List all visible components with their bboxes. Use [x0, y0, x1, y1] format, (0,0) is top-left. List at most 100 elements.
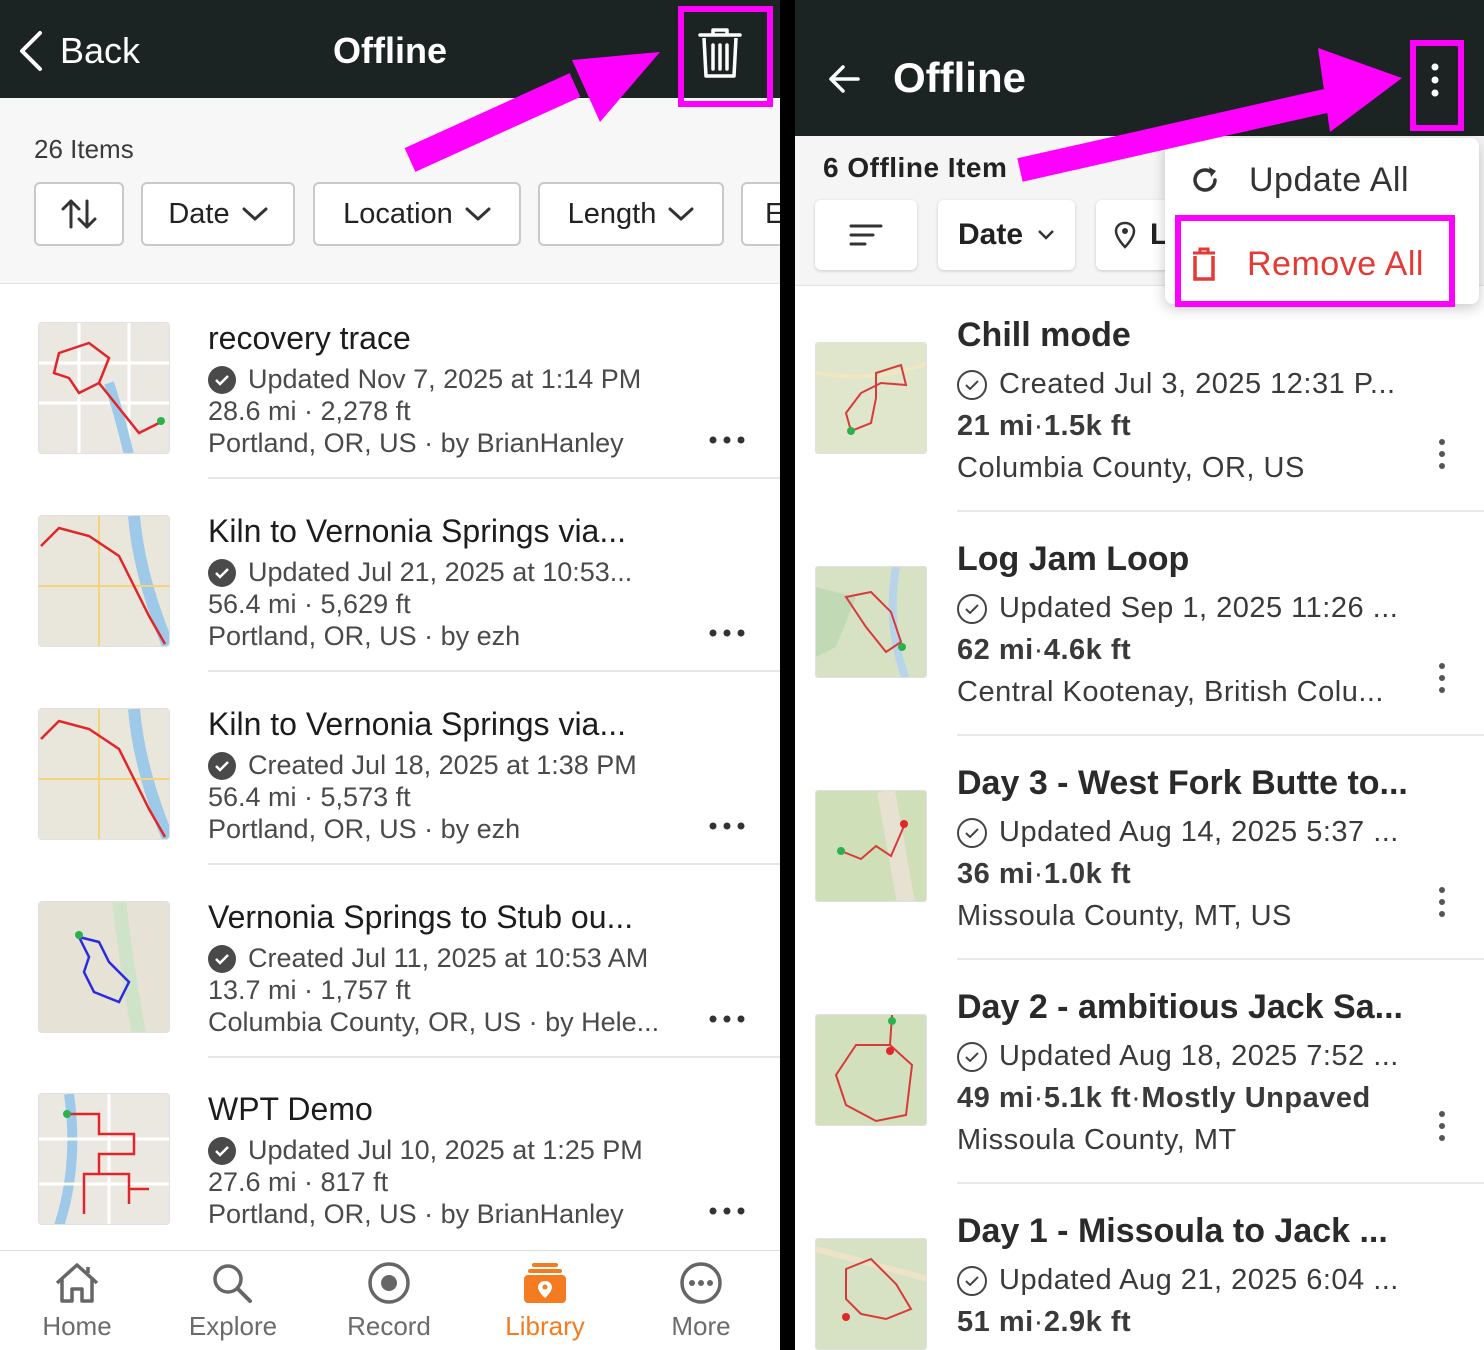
route-map-thumbnail: [815, 1238, 927, 1350]
chevron-down-icon: [668, 207, 694, 221]
check-circle-outline-icon: [957, 817, 987, 848]
route-stats: 49 mi · 5.1k ft · Mostly Unpaved: [957, 1082, 1371, 1114]
screenshot-separator: [780, 0, 795, 1350]
route-stats: 21 mi · 1.5k ft: [957, 410, 1132, 442]
route-location: Central Kootenay, British Colu...: [957, 676, 1384, 708]
nav-bar: Back Offline: [0, 0, 780, 98]
filter-elevation[interactable]: E: [741, 182, 780, 246]
route-stats: 51 mi · 2.9k ft: [957, 1306, 1132, 1338]
kebab-menu-icon[interactable]: [1437, 1110, 1447, 1142]
route-map-thumbnail: [38, 708, 170, 840]
home-icon: [55, 1263, 99, 1303]
kebab-menu-icon[interactable]: [1437, 438, 1447, 470]
route-title: Log Jam Loop: [957, 540, 1190, 578]
list-item[interactable]: WPT Demo Updated Jul 10, 2025 at 1:25 PM…: [0, 1057, 780, 1250]
list-item[interactable]: recovery trace Updated Nov 7, 2025 at 1:…: [0, 286, 780, 479]
sort-lines-icon: [849, 224, 883, 246]
route-location: Columbia County, OR, US: [957, 452, 1305, 484]
tab-record[interactable]: Record: [324, 1261, 454, 1342]
route-status: Updated Aug 14, 2025 5:37 ...: [957, 816, 1399, 849]
check-circle-icon: [208, 944, 236, 973]
route-status: Updated Aug 18, 2025 7:52 ...: [957, 1040, 1399, 1073]
route-location: Portland, OR, US · by ezh: [208, 814, 521, 844]
route-map-thumbnail: [38, 322, 170, 454]
tab-home[interactable]: Home: [12, 1261, 142, 1342]
list-item[interactable]: Chill mode Created Jul 3, 2025 12:31 P..…: [795, 288, 1484, 512]
ellipsis-icon[interactable]: [708, 1205, 746, 1217]
route-location: Portland, OR, US · by BrianHanley: [208, 428, 624, 458]
list-item[interactable]: Kiln to Vernonia Springs via... Updated …: [0, 479, 780, 672]
route-map-thumbnail: [38, 1093, 170, 1225]
item-count: 6 Offline Item: [823, 152, 1008, 183]
check-circle-icon: [208, 365, 236, 394]
route-status: Updated Jul 21, 2025 at 10:53...: [208, 557, 632, 588]
record-icon: [368, 1262, 410, 1304]
check-circle-icon: [208, 751, 236, 780]
right-screen-android: Offline 6 Offline Item Date L Chill mode…: [795, 0, 1484, 1350]
list-item[interactable]: Day 1 - Missoula to Jack ... Updated Aug…: [795, 1184, 1484, 1350]
route-location: Portland, OR, US · by ezh: [208, 621, 521, 651]
menu-update-all[interactable]: Update All: [1165, 140, 1479, 220]
search-icon[interactable]: [1331, 62, 1361, 82]
filter-length[interactable]: Length: [538, 182, 724, 246]
sort-arrows-icon: [61, 199, 97, 229]
filter-location[interactable]: Location: [313, 182, 521, 246]
list-item[interactable]: Log Jam Loop Updated Sep 1, 2025 11:26 .…: [795, 512, 1484, 736]
route-map-thumbnail: [815, 566, 927, 678]
route-stats: 62 mi · 4.6k ft: [957, 634, 1132, 666]
filter-date[interactable]: Date: [938, 200, 1075, 270]
check-circle-icon: [208, 558, 236, 587]
route-stats: 36 mi · 1.0k ft: [957, 858, 1132, 890]
item-count: 26 Items: [34, 134, 134, 164]
list-item[interactable]: Kiln to Vernonia Springs via... Created …: [0, 672, 780, 865]
chevron-down-icon: [242, 207, 268, 221]
route-stats: 13.7 mi · 1,757 ft: [208, 975, 411, 1005]
ellipsis-icon[interactable]: [708, 627, 746, 639]
route-status: Created Jul 11, 2025 at 10:53 AM: [208, 943, 648, 974]
route-title: Chill mode: [957, 316, 1131, 354]
refresh-icon: [1193, 167, 1217, 192]
route-title: WPT Demo: [208, 1091, 373, 1127]
ellipsis-icon[interactable]: [708, 820, 746, 832]
route-location: Portland, OR, US · by BrianHanley: [208, 1199, 624, 1229]
check-circle-outline-icon: [957, 369, 987, 400]
app-bar: Offline: [795, 0, 1484, 136]
route-title: recovery trace: [208, 320, 411, 356]
tab-more[interactable]: More: [636, 1261, 766, 1342]
route-status: Updated Sep 1, 2025 11:26 ...: [957, 592, 1398, 625]
tab-bar: Home Explore Record Library More: [0, 1250, 780, 1350]
ellipsis-icon[interactable]: [708, 434, 746, 446]
highlight-box-trash: [678, 6, 773, 107]
page-title: Offline: [893, 54, 1026, 101]
route-title: Day 1 - Missoula to Jack ...: [957, 1212, 1388, 1250]
kebab-menu-icon[interactable]: [1437, 662, 1447, 694]
list-item[interactable]: Day 3 - West Fork Butte to... Updated Au…: [795, 736, 1484, 960]
route-status: Updated Jul 10, 2025 at 1:25 PM: [208, 1135, 643, 1166]
route-map-thumbnail: [815, 1014, 927, 1126]
check-circle-outline-icon: [957, 593, 987, 624]
check-circle-outline-icon: [957, 1265, 987, 1296]
route-stats: 27.6 mi · 817 ft: [208, 1167, 389, 1197]
route-stats: 56.4 mi · 5,573 ft: [208, 782, 411, 812]
route-status: Created Jul 18, 2025 at 1:38 PM: [208, 750, 637, 781]
highlight-box-remove-all: [1175, 215, 1455, 307]
route-title: Vernonia Springs to Stub ou...: [208, 899, 634, 935]
highlight-box-kebab: [1410, 40, 1464, 131]
tab-library[interactable]: Library: [480, 1261, 610, 1342]
filter-date[interactable]: Date: [141, 182, 295, 246]
route-map-thumbnail: [38, 515, 170, 647]
kebab-menu-icon[interactable]: [1437, 886, 1447, 918]
ellipsis-icon[interactable]: [708, 1013, 746, 1025]
chevron-down-icon: [1038, 230, 1054, 240]
sort-button[interactable]: [815, 200, 917, 270]
sort-button[interactable]: [34, 182, 124, 246]
list-item[interactable]: Day 2 - ambitious Jack Sa... Updated Aug…: [795, 960, 1484, 1184]
route-status: Created Jul 3, 2025 12:31 P...: [957, 368, 1396, 401]
route-location: Missoula County, MT, US: [957, 900, 1292, 932]
route-location: Missoula County, MT: [957, 1124, 1237, 1156]
arrow-left-icon[interactable]: [827, 62, 861, 96]
route-status: Updated Aug 21, 2025 6:04 ...: [957, 1264, 1399, 1297]
list-item[interactable]: Vernonia Springs to Stub ou... Created J…: [0, 865, 780, 1058]
route-stats: 56.4 mi · 5,629 ft: [208, 589, 411, 619]
tab-explore[interactable]: Explore: [168, 1261, 298, 1342]
